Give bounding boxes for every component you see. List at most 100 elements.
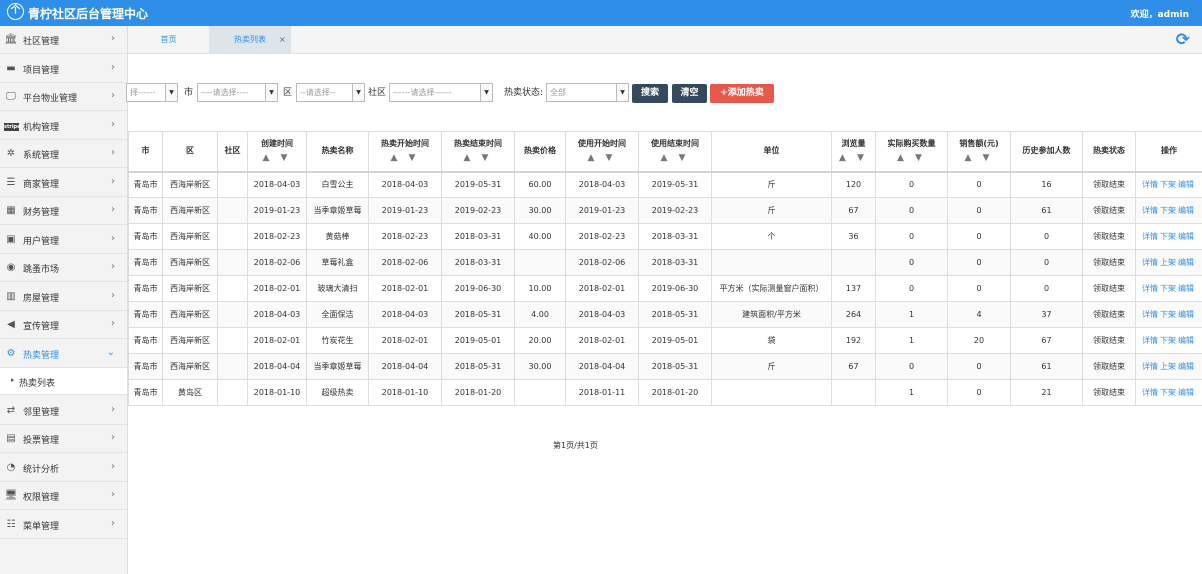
district-select[interactable]: --请选择-- ▼ bbox=[296, 83, 365, 102]
sidebar-item-13[interactable]: ▤ 投票管理 › bbox=[0, 425, 127, 453]
table-cell: 2018-04-03 bbox=[247, 301, 307, 328]
row-action-link[interactable]: 编辑 bbox=[1178, 310, 1194, 319]
sidebar-item-16[interactable]: ☷ 菜单管理 › bbox=[0, 511, 127, 539]
sidebar-item-2[interactable]: 🖵 平台物业管理 › bbox=[0, 83, 127, 111]
table-cell: 2018-03-31 bbox=[441, 249, 515, 276]
table-cell: 青岛市 bbox=[128, 171, 163, 198]
row-action-link[interactable]: 下架 bbox=[1160, 206, 1176, 215]
app-title: 青柠社区后台管理中心 bbox=[28, 7, 149, 21]
row-action-link[interactable]: 详情 bbox=[1142, 284, 1158, 293]
table-cell: 0 bbox=[1010, 223, 1083, 250]
column-header-label: 创建时间 bbox=[261, 139, 293, 149]
row-action-link[interactable]: 下架 bbox=[1160, 232, 1176, 241]
sidebar-item-4[interactable]: ✲ 系统管理 › bbox=[0, 140, 127, 168]
table-cell: 青岛市 bbox=[128, 353, 163, 380]
row-action-link[interactable]: 详情 bbox=[1142, 206, 1158, 215]
sort-arrows-icon[interactable]: ▲ ▼ bbox=[950, 152, 1008, 164]
row-action-link[interactable]: 编辑 bbox=[1178, 284, 1194, 293]
province-select[interactable]: 择------ ▼ bbox=[126, 83, 178, 102]
row-action-link[interactable]: 下架 bbox=[1160, 284, 1176, 293]
clear-button[interactable]: 清空 bbox=[672, 84, 707, 103]
sort-arrows-icon[interactable]: ▲ ▼ bbox=[568, 152, 636, 164]
sidebar-item-7[interactable]: ▣ 用户管理 › bbox=[0, 226, 127, 254]
submenu-item-hot-sale-list[interactable]: ▸ 热卖列表 bbox=[0, 368, 127, 395]
add-hot-sale-button[interactable]: +添加热卖 bbox=[710, 84, 774, 103]
table-cell: 36 bbox=[831, 223, 876, 250]
table-cell: 0 bbox=[1010, 249, 1083, 276]
column-header: 热卖状态 bbox=[1082, 131, 1136, 173]
table-cell: 青岛市 bbox=[128, 275, 163, 302]
table-cell: 0 bbox=[947, 249, 1011, 276]
sort-arrows-icon[interactable]: ▲ ▼ bbox=[641, 152, 709, 164]
column-header[interactable]: 浏览量 ▲ ▼ bbox=[831, 131, 876, 173]
community-label: 社区 bbox=[368, 88, 387, 98]
sidebar-item-11[interactable]: ⚙ 热卖管理 ⌄ bbox=[0, 340, 127, 368]
column-header[interactable]: 热卖结束时间 ▲ ▼ bbox=[441, 131, 515, 173]
column-header[interactable]: 热卖开始时间 ▲ ▼ bbox=[368, 131, 442, 173]
sort-arrows-icon[interactable]: ▲ ▼ bbox=[250, 152, 304, 164]
row-action-link[interactable]: 下架 bbox=[1160, 310, 1176, 319]
table-cell: 领取结束 bbox=[1082, 379, 1136, 406]
table-cell: 2018-05-31 bbox=[441, 353, 515, 380]
sort-arrows-icon[interactable]: ▲ ▼ bbox=[371, 152, 439, 164]
column-header: 区 bbox=[162, 131, 218, 173]
column-header[interactable]: 销售额(元) ▲ ▼ bbox=[947, 131, 1011, 173]
table-cell: 超级热卖 bbox=[306, 379, 369, 406]
column-header[interactable]: 实际购买数量 ▲ ▼ bbox=[875, 131, 948, 173]
row-action-link[interactable]: 上架 bbox=[1160, 258, 1176, 267]
chevron-down-icon: ▼ bbox=[352, 84, 364, 101]
sidebar-item-6[interactable]: ▦ 财务管理 › bbox=[0, 197, 127, 225]
row-action-link[interactable]: 详情 bbox=[1142, 388, 1158, 397]
sidebar-item-14[interactable]: ◔ 统计分析 › bbox=[0, 454, 127, 482]
table-cell: 0 bbox=[875, 197, 948, 224]
search-button[interactable]: 搜索 bbox=[632, 84, 668, 103]
row-action-link[interactable]: 详情 bbox=[1142, 362, 1158, 371]
sidebar-item-15[interactable]: 🖥 权限管理 › bbox=[0, 482, 127, 510]
row-action-link[interactable]: 编辑 bbox=[1178, 258, 1194, 267]
city-select[interactable]: ----请选择---- ▼ bbox=[197, 83, 278, 102]
column-header[interactable]: 使用开始时间 ▲ ▼ bbox=[565, 131, 639, 173]
column-header[interactable]: 创建时间 ▲ ▼ bbox=[247, 131, 307, 173]
sidebar-item-10[interactable]: ◀ 宣传管理 › bbox=[0, 311, 127, 339]
row-action-link[interactable]: 详情 bbox=[1142, 180, 1158, 189]
table-cell bbox=[217, 275, 248, 302]
tab-close-icon[interactable]: × bbox=[279, 35, 286, 44]
tab-home[interactable]: 首页 bbox=[128, 26, 209, 54]
welcome-user[interactable]: 欢迎，admin bbox=[1131, 7, 1189, 20]
sidebar-item-9[interactable]: ▥ 房屋管理 › bbox=[0, 283, 127, 311]
column-header[interactable]: 使用结束时间 ▲ ▼ bbox=[638, 131, 712, 173]
sidebar-item-0[interactable]: 🏛 社区管理 › bbox=[0, 26, 127, 54]
table-cell: 西海岸新区 bbox=[162, 301, 218, 328]
sidebar-item-3[interactable]: stripe 机构管理 › bbox=[0, 112, 127, 140]
table-cell: 青岛市 bbox=[128, 223, 163, 250]
row-action-link[interactable]: 下架 bbox=[1160, 336, 1176, 345]
row-action-link[interactable]: 详情 bbox=[1142, 336, 1158, 345]
row-action-link[interactable]: 上架 bbox=[1160, 362, 1176, 371]
status-select[interactable]: 全部 ▼ bbox=[546, 83, 629, 102]
row-action-link[interactable]: 编辑 bbox=[1178, 206, 1194, 215]
row-action-link[interactable]: 下架 bbox=[1160, 180, 1176, 189]
sort-arrows-icon[interactable]: ▲ ▼ bbox=[834, 152, 873, 164]
row-action-link[interactable]: 编辑 bbox=[1178, 232, 1194, 241]
sidebar-item-12[interactable]: ⇄ 邻里管理 › bbox=[0, 397, 127, 425]
row-action-link[interactable]: 编辑 bbox=[1178, 362, 1194, 371]
sidebar-item-5[interactable]: ☰ 商家管理 › bbox=[0, 169, 127, 197]
row-action-link[interactable]: 编辑 bbox=[1178, 388, 1194, 397]
sort-arrows-icon[interactable]: ▲ ▼ bbox=[878, 152, 945, 164]
row-action-link[interactable]: 详情 bbox=[1142, 258, 1158, 267]
row-action-link[interactable]: 详情 bbox=[1142, 310, 1158, 319]
sidebar-item-1[interactable]: ▬ 项目管理 › bbox=[0, 55, 127, 83]
sort-arrows-icon[interactable]: ▲ ▼ bbox=[444, 152, 512, 164]
row-action-link[interactable]: 下架 bbox=[1160, 388, 1176, 397]
community-select[interactable]: ------请选择------ ▼ bbox=[389, 83, 493, 102]
sidebar-item-8[interactable]: ◉ 跳蚤市场 › bbox=[0, 254, 127, 282]
row-action-link[interactable]: 编辑 bbox=[1178, 180, 1194, 189]
row-action-link[interactable]: 详情 bbox=[1142, 232, 1158, 241]
refresh-icon[interactable]: ⟳ bbox=[1176, 30, 1190, 50]
table-cell: 2019-06-30 bbox=[638, 275, 712, 302]
table-cell: 16 bbox=[1010, 171, 1083, 198]
table-cell: 2019-05-31 bbox=[441, 171, 515, 198]
column-header: 操作 bbox=[1135, 131, 1202, 173]
chevron-right-icon: › bbox=[111, 460, 115, 472]
row-action-link[interactable]: 编辑 bbox=[1178, 336, 1194, 345]
